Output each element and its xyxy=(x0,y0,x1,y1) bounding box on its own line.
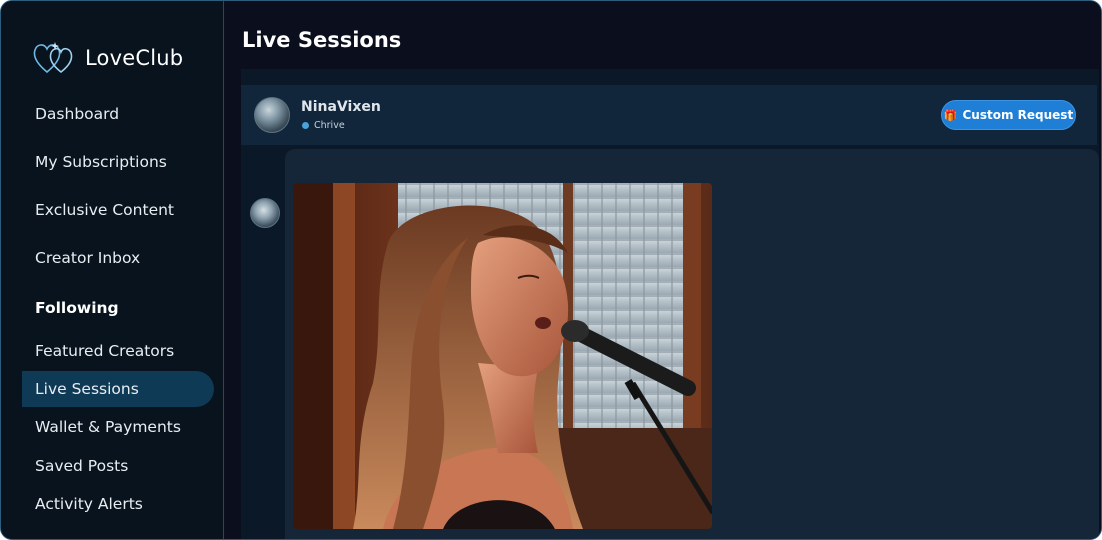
message-sender-avatar[interactable] xyxy=(250,198,280,228)
app-name: LoveClub xyxy=(85,46,184,70)
sidebar-item-label: Dashboard xyxy=(35,105,120,123)
page-title: Live Sessions xyxy=(242,28,402,52)
singer-photo-image xyxy=(293,183,712,529)
sidebar-item-label: Wallet & Payments xyxy=(35,418,181,436)
creator-status: Chrive xyxy=(314,120,345,131)
sidebar-item-label: Exclusive Content xyxy=(35,201,175,219)
status-dot-icon xyxy=(302,122,309,129)
sidebar-item-creator-inbox[interactable]: Creator Inbox xyxy=(22,240,214,276)
sidebar-item-saved-posts[interactable]: Saved Posts xyxy=(22,448,214,484)
main-area: Live Sessions NinaVixen Chrive 🎁 Custom … xyxy=(225,1,1101,539)
logo[interactable]: LoveClub xyxy=(32,39,183,77)
sidebar-item-label: Creator Inbox xyxy=(35,249,141,267)
hearts-logo-icon xyxy=(33,42,73,74)
gift-icon: 🎁 xyxy=(943,108,958,122)
app-window: LoveClub Dashboard My Subscriptions Excl… xyxy=(0,0,1102,540)
custom-request-label: Custom Request xyxy=(962,108,1074,122)
sidebar-item-my-subscriptions[interactable]: My Subscriptions xyxy=(22,144,214,180)
sidebar-item-wallet-payments[interactable]: Wallet & Payments xyxy=(22,409,214,445)
sidebar-item-dashboard[interactable]: Dashboard xyxy=(22,96,214,132)
custom-request-button[interactable]: 🎁 Custom Request xyxy=(941,100,1076,130)
sidebar-item-label: Activity Alerts xyxy=(35,495,143,513)
creator-avatar[interactable] xyxy=(254,97,290,133)
sidebar: LoveClub Dashboard My Subscriptions Excl… xyxy=(1,1,224,539)
sidebar-item-featured-creators[interactable]: Featured Creators xyxy=(22,333,214,369)
sidebar-item-exclusive-content[interactable]: Exclusive Content xyxy=(22,192,214,228)
following-heading: Following xyxy=(35,299,119,317)
creator-name[interactable]: NinaVixen xyxy=(301,99,381,115)
message-photo[interactable] xyxy=(293,183,712,529)
sidebar-item-label: Live Sessions xyxy=(35,380,139,398)
sidebar-item-label: Featured Creators xyxy=(35,342,175,360)
sidebar-item-label: Saved Posts xyxy=(35,457,129,475)
sidebar-item-label: My Subscriptions xyxy=(35,153,167,171)
sidebar-item-live-sessions[interactable]: Live Sessions xyxy=(22,371,214,407)
sidebar-item-activity-alerts[interactable]: Activity Alerts xyxy=(22,486,214,522)
